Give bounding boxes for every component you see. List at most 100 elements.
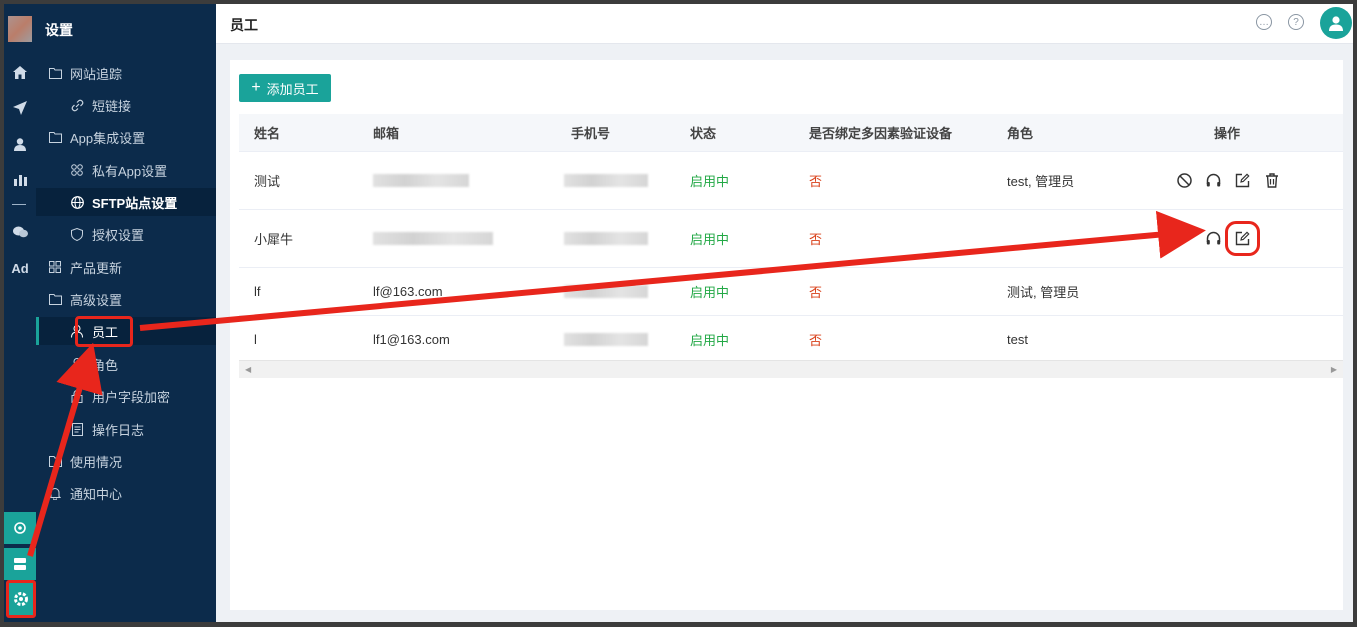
table-row: l lf1@163.com 启用中 否 test xyxy=(239,316,1343,364)
avatar[interactable] xyxy=(1320,7,1352,39)
menu-item-app-integration[interactable]: App集成设置 xyxy=(36,123,216,151)
wechat-icon[interactable] xyxy=(4,222,36,242)
cell-actions xyxy=(1176,152,1280,209)
menu-item-advanced[interactable]: 高级设置 xyxy=(36,285,216,313)
menu-item-field-encryption[interactable]: 用户字段加密 xyxy=(36,382,216,410)
cell-roles: test, 管理员 xyxy=(1007,174,1075,189)
menu-item-roles[interactable]: 角色 xyxy=(36,350,216,378)
scroll-left-arrow-icon[interactable]: ◀ xyxy=(245,365,251,374)
gear-icon[interactable] xyxy=(6,580,36,618)
cell-mfa: 否 xyxy=(809,285,823,300)
cell-phone-redacted xyxy=(564,210,648,267)
add-employee-button[interactable]: + 添加员工 xyxy=(239,74,331,102)
menu-item-usage[interactable]: 使用情况 xyxy=(36,447,216,475)
grid-icon xyxy=(70,163,84,177)
menu-item-label: 短链接 xyxy=(92,98,132,114)
headset-icon[interactable] xyxy=(1205,172,1222,189)
menu-item-label: 高级设置 xyxy=(70,292,123,308)
column-header-email: 邮箱 xyxy=(373,126,400,141)
grid-icon xyxy=(48,260,62,274)
cell-mfa: 否 xyxy=(809,232,823,247)
column-header-mfa: 是否绑定多因素验证设备 xyxy=(809,126,953,141)
menu-item-site-tracking[interactable]: 网站追踪 xyxy=(36,59,216,87)
menu-item-label: 操作日志 xyxy=(92,422,145,438)
cell-status: 启用中 xyxy=(690,174,730,189)
folder-icon xyxy=(48,292,62,306)
chat-icon[interactable]: … xyxy=(1256,14,1272,30)
menu-item-label: 网站追踪 xyxy=(70,66,123,82)
menu-item-label: 授权设置 xyxy=(92,227,145,243)
annotation-highlight-employees xyxy=(75,316,133,347)
send-icon[interactable] xyxy=(4,98,36,118)
cell-name: lf xyxy=(254,284,261,299)
cell-name: 测试 xyxy=(254,174,281,189)
document-icon xyxy=(70,422,84,436)
app-frame: Ad 设置 网站追踪 短链接 App集成设置 私有App设置 SFTP站点设置 … xyxy=(4,4,1353,622)
cell-email: lf@163.com xyxy=(373,284,443,299)
menu-item-sftp[interactable]: SFTP站点设置 xyxy=(36,188,216,216)
cell-email: lf1@163.com xyxy=(373,332,450,347)
cell-status: 启用中 xyxy=(690,285,730,300)
scroll-right-arrow-icon[interactable]: ▶ xyxy=(1331,365,1337,374)
menu-item-label: 产品更新 xyxy=(70,260,123,276)
home-icon[interactable] xyxy=(4,62,36,82)
menu-item-label: 角色 xyxy=(92,357,119,373)
menu-item-authorization[interactable]: 授权设置 xyxy=(36,220,216,248)
cell-status: 启用中 xyxy=(690,232,730,247)
icon-rail: Ad xyxy=(4,4,36,622)
bar-chart-icon[interactable] xyxy=(4,170,36,190)
rail-divider xyxy=(12,204,26,205)
table-header: 姓名 邮箱 手机号 状态 是否绑定多因素验证设备 角色 操作 xyxy=(239,114,1343,152)
menu-item-label: 用户字段加密 xyxy=(92,389,171,405)
menu-item-notification-center[interactable]: 通知中心 xyxy=(36,479,216,507)
server-icon[interactable] xyxy=(4,548,36,580)
page-title: 员工 xyxy=(230,17,258,33)
menu-title: 设置 xyxy=(45,22,73,38)
cell-name: 小犀牛 xyxy=(254,232,294,247)
cell-mfa: 否 xyxy=(809,174,823,189)
cell-email-redacted xyxy=(373,152,469,209)
edit-icon[interactable] xyxy=(1225,221,1260,256)
trash-icon[interactable] xyxy=(1263,172,1280,189)
menu-item-private-app[interactable]: 私有App设置 xyxy=(36,156,216,184)
cell-name: l xyxy=(254,332,257,347)
menu-item-operation-log[interactable]: 操作日志 xyxy=(36,415,216,443)
edit-icon[interactable] xyxy=(1234,172,1251,189)
table-row: 小犀牛 启用中 否 xyxy=(239,210,1343,268)
folder-icon xyxy=(48,130,62,144)
cell-status: 启用中 xyxy=(690,333,730,348)
cell-phone-redacted xyxy=(564,268,648,315)
column-header-phone: 手机号 xyxy=(571,126,611,141)
lock-icon xyxy=(70,389,84,403)
cell-email-redacted xyxy=(373,210,493,267)
cell-actions xyxy=(1205,210,1260,267)
menu-item-label: SFTP站点设置 xyxy=(92,195,178,211)
cell-mfa: 否 xyxy=(809,333,823,348)
disable-icon[interactable] xyxy=(1176,172,1193,189)
column-header-actions: 操作 xyxy=(1214,126,1241,141)
shield-icon xyxy=(70,227,84,241)
logo xyxy=(8,16,32,42)
menu-item-label: App集成设置 xyxy=(70,130,146,146)
employees-card: + 添加员工 姓名 邮箱 手机号 状态 是否绑定多因素验证设备 角色 操作 测试… xyxy=(230,60,1343,610)
menu-item-label: 通知中心 xyxy=(70,486,123,502)
ad-icon[interactable]: Ad xyxy=(4,258,36,278)
settings-menu: 设置 网站追踪 短链接 App集成设置 私有App设置 SFTP站点设置 授权设… xyxy=(36,4,216,622)
user-icon[interactable] xyxy=(4,134,36,154)
cell-roles: 测试, 管理员 xyxy=(1007,285,1080,300)
bell-icon xyxy=(48,486,62,500)
cell-phone-redacted xyxy=(564,316,648,363)
headset-icon[interactable] xyxy=(1205,230,1222,247)
column-header-status: 状态 xyxy=(690,126,717,141)
menu-item-label: 私有App设置 xyxy=(92,163,168,179)
column-header-roles: 角色 xyxy=(1007,126,1034,141)
menu-item-short-link[interactable]: 短链接 xyxy=(36,91,216,119)
cloud-sync-icon[interactable] xyxy=(4,512,36,544)
menu-item-product-updates[interactable]: 产品更新 xyxy=(36,253,216,281)
link-icon xyxy=(70,98,84,112)
folder-icon xyxy=(48,454,62,468)
help-icon[interactable]: ? xyxy=(1288,14,1304,30)
horizontal-scrollbar[interactable]: ◀ ▶ xyxy=(239,360,1343,378)
cell-phone-redacted xyxy=(564,152,648,209)
menu-item-label: 使用情况 xyxy=(70,454,123,470)
